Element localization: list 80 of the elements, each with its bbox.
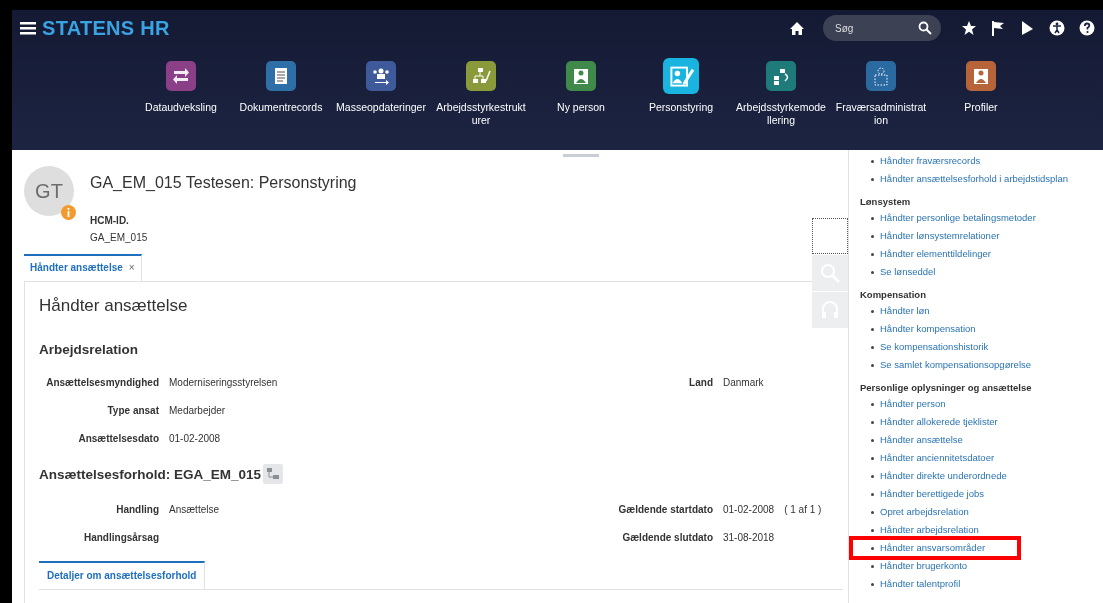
task-link[interactable]: Håndter person <box>860 395 946 413</box>
field-label: Ansættelsesdato <box>77 433 159 444</box>
home-icon[interactable] <box>789 20 805 36</box>
app-label: Dokumentrecords <box>239 101 323 114</box>
field-value: Ansættelse <box>169 504 220 515</box>
menu-icon[interactable] <box>20 21 36 35</box>
app-title: STATENS HR <box>42 16 170 40</box>
app-launcher[interactable]: Profiler <box>931 56 1031 127</box>
app-label: Ny person <box>557 101 605 114</box>
task-link[interactable]: Se samlet kompensationsopgørelse <box>860 356 1032 374</box>
field-label: Handling <box>115 504 159 515</box>
accessibility-icon[interactable] <box>1049 20 1065 36</box>
field-label: Type ansat <box>106 405 159 416</box>
task-link[interactable]: Håndter kompensation <box>860 320 976 338</box>
field-value: 01-02-2008 <box>723 504 775 515</box>
detail-tab[interactable]: Detaljer om ansættelsesforhold <box>39 561 206 589</box>
app-label: Personstyring <box>648 101 714 114</box>
app-launcher[interactable]: Dataudveksling <box>131 56 231 127</box>
task-group-heading: Kompensation <box>860 288 926 302</box>
app-label: Profiler <box>964 101 998 114</box>
app-launcher[interactable]: Personstyring <box>631 56 731 127</box>
page-tab[interactable]: Håndter ansættelse × <box>24 254 142 281</box>
task-link[interactable]: Håndter talentprofil <box>860 575 961 593</box>
app-launcher[interactable]: Arbejdsstyrkestrukt urer <box>431 56 531 127</box>
close-icon[interactable]: × <box>128 262 135 273</box>
drag-handle[interactable] <box>563 154 599 157</box>
id-label: HCM-ID. <box>90 215 130 226</box>
person-title: GA_EM_015 Testesen: Personstyring <box>90 174 357 192</box>
field-value: Danmark <box>723 377 764 388</box>
empty-tool-box[interactable] <box>812 218 848 254</box>
app-label: Arbejdsstyrkestrukt urer <box>436 101 526 127</box>
app-label: Masseopdateringer <box>336 101 426 114</box>
field-label: Gældende startdato <box>618 504 713 515</box>
task-link[interactable]: Håndter fraværsrecords <box>860 152 981 170</box>
field-value: 01-02-2008 <box>169 433 221 444</box>
app-label: Dataudveksling <box>145 101 217 114</box>
app-label: Arbejdsstyrkemode llering <box>736 101 826 127</box>
tab-label[interactable]: Håndter ansættelse <box>30 262 123 273</box>
app-launcher[interactable]: Arbejdsstyrkemode llering <box>731 56 831 127</box>
field-value: Moderniseringsstyrelsen <box>169 377 278 388</box>
task-link[interactable]: Håndter anciennitetsdatoer <box>860 449 995 467</box>
page-heading: Håndter ansættelse <box>39 296 188 316</box>
field-label: Gældende slutdato <box>622 532 713 543</box>
star-icon[interactable] <box>961 20 977 36</box>
task-link[interactable]: Se lønseddel <box>860 263 936 281</box>
task-link[interactable]: Håndter arbejdsrelation <box>860 521 979 539</box>
record-count: ( 1 af 1 ) <box>784 504 822 515</box>
task-group-heading: Personlige oplysninger og ansættelse <box>860 381 1032 395</box>
task-link[interactable]: Håndter direkte underordnede <box>860 467 1007 485</box>
app-launcher[interactable]: Masseopdateringer <box>331 56 431 127</box>
section-heading: Arbejdsrelation <box>39 342 139 357</box>
hierarchy-icon[interactable] <box>263 464 284 484</box>
task-link[interactable]: Se kompensationshistorik <box>860 338 989 356</box>
search-icon[interactable] <box>918 21 932 35</box>
task-link[interactable]: Håndter elementtildelinger <box>860 245 991 263</box>
task-link[interactable]: Håndter berettigede jobs <box>860 485 985 503</box>
task-link[interactable]: Opret arbejdsrelation <box>860 503 969 521</box>
highlighted-task-link[interactable]: Håndter ansvarsområder <box>852 539 1018 557</box>
id-value: GA_EM_015 <box>90 232 149 243</box>
task-link[interactable]: Håndter løn <box>860 302 930 320</box>
app-launcher[interactable]: Ny person <box>531 56 631 127</box>
task-link[interactable]: Håndter allokerede tjeklister <box>860 413 998 431</box>
task-link[interactable]: Håndter ansættelsesforhold i arbejdstidsplan <box>860 170 1068 188</box>
task-link[interactable]: Håndter lønsystemrelationer <box>860 227 1000 245</box>
app-label: Fraværsadministrat ion <box>835 101 927 127</box>
task-group-heading: Lønsystem <box>860 195 911 209</box>
field-value: 31-08-2018 <box>723 532 775 543</box>
section-heading: Ansættelsesforhold: EGA_EM_015 <box>39 466 262 482</box>
app-launcher[interactable]: Dokumentrecords <box>231 56 331 127</box>
field-label: Ansættelsesmyndighed <box>45 377 159 388</box>
search-field[interactable]: Søg <box>823 15 941 41</box>
task-link[interactable]: Håndter brugerkonto <box>860 557 968 575</box>
field-label: Handlingsårsag <box>82 532 159 543</box>
task-link[interactable]: Håndter ansættelse <box>860 431 963 449</box>
task-link[interactable]: Håndter personlige betalingsmetoder <box>860 209 1036 227</box>
flag-icon[interactable] <box>991 20 1005 36</box>
field-value: Medarbejder <box>169 405 226 416</box>
help-icon[interactable] <box>1079 20 1095 36</box>
field-label: Land <box>689 377 713 388</box>
app-launcher[interactable]: Fraværsadministrat ion <box>831 56 931 127</box>
